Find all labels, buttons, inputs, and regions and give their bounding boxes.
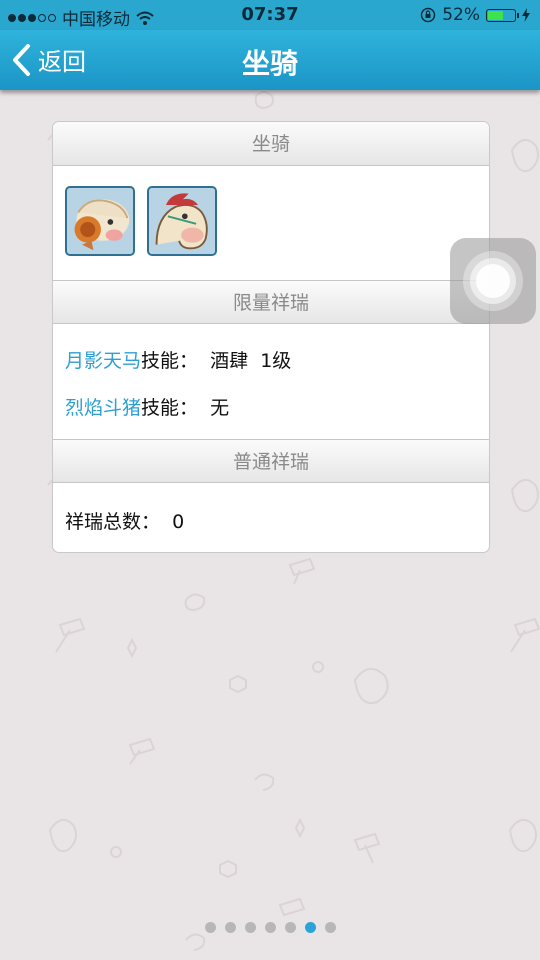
limited-header: 限量祥瑞: [53, 280, 489, 324]
battery-percent: 52%: [442, 5, 480, 25]
page-dot[interactable]: [284, 922, 296, 933]
battery-icon: [486, 8, 519, 22]
page-dot[interactable]: [204, 922, 216, 933]
limited-row-1: 月影天马技能： 酒肆 1级: [65, 346, 291, 373]
mount-icon-boar[interactable]: [65, 186, 135, 256]
skill-value: 酒肆 1级: [210, 350, 292, 372]
assistive-touch-button[interactable]: [450, 238, 536, 324]
normal-total-row: 祥瑞总数： 0: [65, 507, 184, 534]
mount-card: 坐骑 限量祥瑞 月影天马技能： 酒肆 1级 烈焰斗猪技能： 无 普通祥瑞 祥瑞总…: [52, 121, 490, 553]
mounts-header: 坐骑: [53, 122, 489, 166]
mount-name-link[interactable]: 月影天马: [65, 350, 141, 372]
page-indicator[interactable]: [0, 922, 540, 933]
charging-bolt-icon: [522, 8, 530, 22]
skill-value: 无: [210, 397, 230, 419]
limited-row-2: 烈焰斗猪技能： 无: [65, 393, 229, 420]
boar-mount-icon: [67, 188, 133, 254]
page-dot[interactable]: [244, 922, 256, 933]
skill-label: 技能：: [141, 397, 199, 419]
page-title: 坐骑: [241, 47, 298, 80]
nav-bar: 返回 坐骑: [0, 30, 540, 90]
mount-name-link[interactable]: 烈焰斗猪: [65, 397, 141, 419]
horse-mount-icon: [149, 188, 215, 254]
normal-header: 普通祥瑞: [53, 439, 489, 483]
page-dot[interactable]: [324, 922, 336, 933]
skill-label: 技能：: [141, 350, 199, 372]
page-dot[interactable]: [264, 922, 276, 933]
total-value: 0: [172, 511, 185, 533]
mount-icon-horse[interactable]: [147, 186, 217, 256]
page-dot[interactable]: [224, 922, 236, 933]
total-label: 祥瑞总数：: [65, 511, 161, 533]
status-bar: 中国移动 07:37 52%: [0, 0, 540, 30]
status-right: 52%: [420, 5, 530, 25]
page-dot[interactable]: [304, 922, 316, 933]
orientation-lock-icon: [420, 7, 436, 23]
